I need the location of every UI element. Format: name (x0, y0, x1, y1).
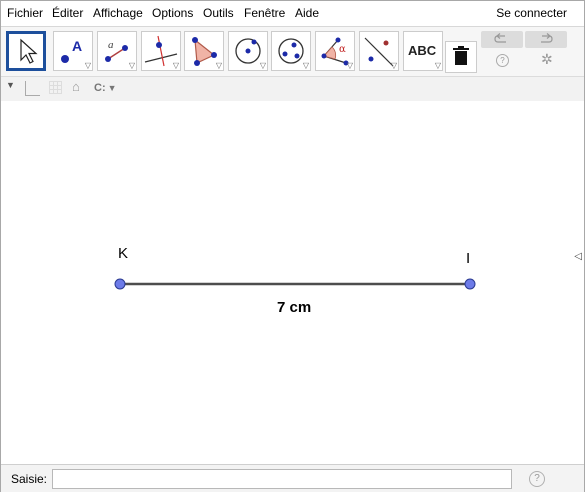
point-tool-button[interactable]: A ▽ (53, 31, 93, 71)
grid-icon[interactable] (49, 81, 62, 94)
axes-icon[interactable] (25, 81, 40, 96)
point-I-label: I (466, 250, 470, 267)
undo-icon (494, 33, 506, 43)
input-bar: Saisie: ? (1, 464, 584, 492)
input-label: Saisie: (11, 472, 48, 486)
point-I[interactable] (464, 278, 476, 290)
move-tool-button[interactable] (6, 31, 46, 71)
delete-button[interactable] (445, 41, 477, 73)
expand-triangle-icon: ▽ (259, 61, 266, 70)
reflect-tool-button[interactable]: ▽ (359, 31, 399, 71)
menu-aide[interactable]: Aide (295, 6, 319, 21)
chevron-down-icon: ▼ (107, 83, 117, 93)
stylebar-toggle-icon[interactable]: ▼ (6, 80, 15, 90)
expand-triangle-icon: ▽ (434, 61, 441, 70)
graphics-style-bar: ▼ ⌂ C: ▼ (1, 76, 584, 102)
menu-options[interactable]: Options (152, 6, 193, 21)
menu-editer[interactable]: Éditer (52, 6, 83, 21)
command-input[interactable] (52, 469, 512, 489)
point-capture-dropdown[interactable]: C: ▼ (94, 82, 117, 94)
menu-fenetre[interactable]: Fenêtre (244, 6, 285, 21)
geogebra-window: Fichier Éditer Affichage Options Outils … (0, 0, 585, 492)
sign-in-link[interactable]: Se connecter (496, 6, 567, 21)
circle-tool-button[interactable]: ▽ (228, 31, 268, 71)
segment-tool-button[interactable]: a ▽ (97, 31, 137, 71)
graphics-canvas[interactable]: K I 7 cm (1, 101, 584, 464)
polygon-tool-button[interactable]: ▽ (184, 31, 224, 71)
help-icon[interactable]: ? (496, 54, 509, 67)
gear-icon[interactable]: ✲ (541, 51, 553, 68)
menu-fichier[interactable]: Fichier (7, 6, 43, 21)
point-capture-label: C: (94, 82, 106, 94)
expand-triangle-icon: ▽ (128, 61, 135, 70)
expand-triangle-icon: ▽ (346, 61, 353, 70)
home-icon[interactable]: ⌂ (72, 79, 80, 94)
perpendicular-line-tool-button[interactable]: ▽ (141, 31, 181, 71)
menu-affichage[interactable]: Affichage (93, 6, 143, 21)
expand-triangle-icon: ▽ (215, 61, 222, 70)
expand-triangle-icon: ▽ (84, 61, 91, 70)
undo-button[interactable] (481, 31, 523, 48)
cursor-arrow-icon (20, 38, 38, 64)
expand-triangle-icon: ▽ (302, 61, 309, 70)
expand-triangle-icon: ▽ (172, 61, 179, 70)
input-help-icon[interactable]: ? (529, 471, 545, 487)
svg-text:α: α (339, 44, 346, 55)
point-K-label: K (118, 245, 128, 262)
conic-tool-button[interactable]: ▽ (271, 31, 311, 71)
redo-button[interactable] (525, 31, 567, 48)
segment-length-label: 7 cm (277, 299, 311, 316)
menu-bar: Fichier Éditer Affichage Options Outils … (1, 1, 584, 27)
menu-outils[interactable]: Outils (203, 6, 234, 21)
svg-text:ABC: ABC (408, 43, 437, 58)
graphics-view[interactable]: K I 7 cm ◁ (1, 101, 584, 464)
text-tool-button[interactable]: ABC ▽ (403, 31, 443, 71)
angle-tool-button[interactable]: α ▽ (315, 31, 355, 71)
toolbar: A ▽ a ▽ ▽ ▽ ▽ ▽ α ▽ ▽ ABC ▽ ? ✲ (1, 27, 584, 76)
redo-icon (541, 33, 553, 43)
expand-triangle-icon: ▽ (390, 61, 397, 70)
trash-icon (453, 46, 469, 65)
svg-text:A: A (72, 38, 82, 54)
point-K[interactable] (114, 278, 126, 290)
side-panel-toggle-icon[interactable]: ◁ (574, 251, 582, 262)
svg-text:a: a (108, 39, 114, 51)
